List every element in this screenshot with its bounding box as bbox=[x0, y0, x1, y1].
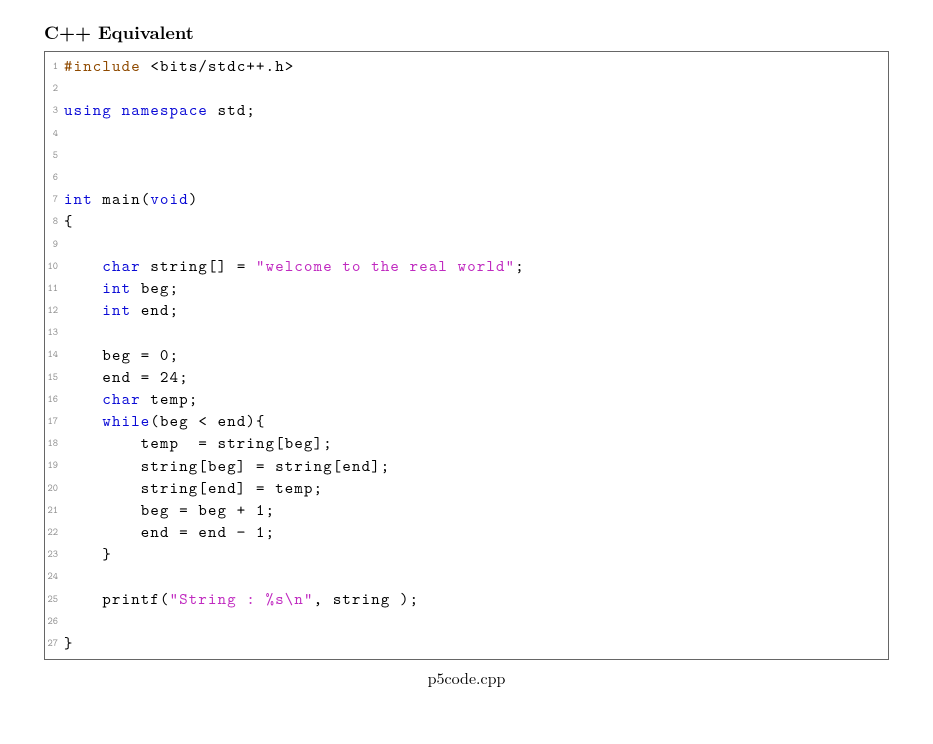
line-number: 8 bbox=[45, 211, 58, 233]
line-number: 23 bbox=[45, 544, 58, 566]
line-number: 15 bbox=[45, 367, 58, 389]
line-number: 6 bbox=[45, 167, 58, 189]
line-number: 17 bbox=[45, 411, 58, 433]
line-number: 12 bbox=[45, 300, 58, 322]
line-number: 5 bbox=[45, 145, 58, 167]
line-number: 19 bbox=[45, 455, 58, 477]
line-number: 16 bbox=[45, 389, 58, 411]
line-number: 4 bbox=[45, 123, 58, 145]
line-number: 1 bbox=[45, 56, 58, 78]
line-number: 22 bbox=[45, 522, 58, 544]
line-number: 10 bbox=[45, 256, 58, 278]
line-number: 21 bbox=[45, 500, 58, 522]
listing-caption: p5code.cpp bbox=[44, 666, 889, 689]
line-number: 11 bbox=[45, 278, 58, 300]
line-number: 25 bbox=[45, 589, 58, 611]
line-number-gutter: 1234567891011121314151617181920212223242… bbox=[45, 52, 60, 659]
line-number: 13 bbox=[45, 322, 58, 344]
line-number: 20 bbox=[45, 478, 58, 500]
line-number: 9 bbox=[45, 234, 58, 256]
code-listing: 1234567891011121314151617181920212223242… bbox=[44, 51, 889, 660]
line-number: 3 bbox=[45, 100, 58, 122]
line-number: 26 bbox=[45, 611, 58, 633]
code-area: #include <bits/stdc++.h> using namespace… bbox=[60, 52, 888, 659]
section-title: C++ Equivalent bbox=[44, 20, 889, 45]
line-number: 18 bbox=[45, 433, 58, 455]
line-number: 14 bbox=[45, 344, 58, 366]
line-number: 27 bbox=[45, 633, 58, 655]
line-number: 24 bbox=[45, 566, 58, 588]
line-number: 7 bbox=[45, 189, 58, 211]
line-number: 2 bbox=[45, 78, 58, 100]
